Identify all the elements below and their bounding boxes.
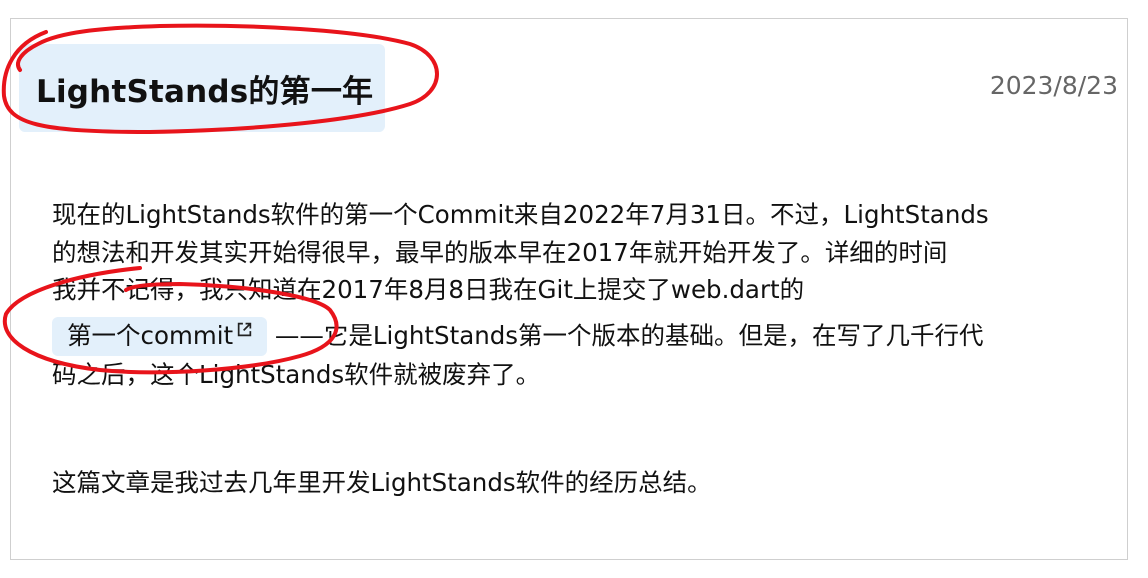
first-commit-link-label: 第一个commit bbox=[67, 320, 234, 350]
paragraph-line: 现在的LightStands软件的第一个Commit来自2022年7月31日。不… bbox=[52, 200, 989, 229]
paragraph-line-rest: ——它是LightStands第一个版本的基础。但是，在写了几千行代 bbox=[267, 320, 984, 350]
external-link-icon bbox=[237, 322, 252, 336]
first-commit-link[interactable]: 第一个commit bbox=[52, 316, 268, 356]
paragraph-line: 的想法和开发其实开始得很早，最早的版本早在2017年就开始开发了。详细的时间 bbox=[52, 237, 948, 267]
post-title[interactable]: LightStands的第一年 bbox=[36, 66, 373, 111]
paragraph-line: 第一个commit ——它是LightStands第一个版本的基础。但是，在写了… bbox=[52, 309, 1082, 356]
paragraph-line: 码之后，这个LightStands软件就被废弃了。 bbox=[52, 359, 541, 389]
post-paragraph-1: 现在的LightStands软件的第一个Commit来自2022年7月31日。不… bbox=[52, 196, 1082, 393]
paragraph-line: 我并不记得，我只知道在2017年8月8日我在Git上提交了web.dart的 bbox=[52, 275, 805, 304]
post-date: 2023/8/23 bbox=[989, 71, 1118, 100]
post-paragraph-2: 这篇文章是我过去几年里开发LightStands软件的经历总结。 bbox=[52, 468, 712, 497]
